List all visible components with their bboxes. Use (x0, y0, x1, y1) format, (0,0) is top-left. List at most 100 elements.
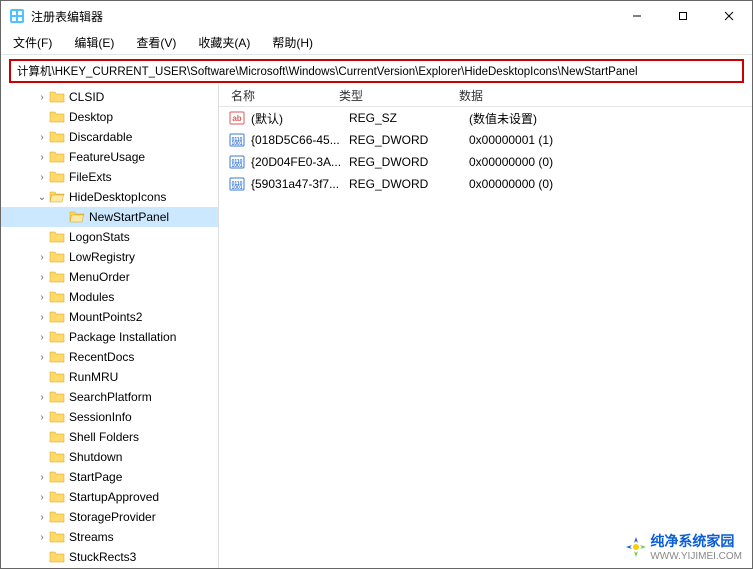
tree-item-searchplatform[interactable]: › SearchPlatform (1, 387, 218, 407)
values-list: ab(默认)REG_SZ(数值未设置)01101001{018D5C66-45.… (219, 107, 752, 195)
tree-label: SessionInfo (69, 410, 132, 424)
expander-icon[interactable]: › (35, 332, 49, 343)
close-button[interactable] (706, 1, 752, 31)
value-name: {018D5C66-45... (251, 133, 349, 147)
tree-item-lowregistry[interactable]: ›LowRegistry (1, 247, 218, 267)
svg-text:1001: 1001 (231, 185, 242, 191)
tree-label: StuckRects3 (69, 550, 136, 564)
watermark-sub: WWW.YIJIMEI.COM (650, 551, 742, 562)
tree-item-hidedesktopicons[interactable]: ⌄ HideDesktopIcons (1, 187, 218, 207)
tree-item-shell-folders[interactable]: Shell Folders (1, 427, 218, 447)
address-bar[interactable]: 计算机\HKEY_CURRENT_USER\Software\Microsoft… (9, 59, 744, 83)
value-data: 0x00000000 (0) (469, 155, 752, 169)
tree-label: Modules (69, 290, 114, 304)
menu-favorites[interactable]: 收藏夹(A) (194, 32, 254, 53)
value-name: (默认) (251, 110, 349, 127)
expander-icon[interactable]: › (35, 172, 49, 183)
menubar: 文件(F) 编辑(E) 查看(V) 收藏夹(A) 帮助(H) (1, 31, 752, 55)
tree-item-clsid[interactable]: ›CLSID (1, 87, 218, 107)
column-data[interactable]: 数据 (459, 87, 752, 104)
value-row[interactable]: 01101001{018D5C66-45...REG_DWORD0x000000… (219, 129, 752, 151)
tree-item-modules[interactable]: › Modules (1, 287, 218, 307)
tree-label: LogonStats (69, 230, 130, 244)
tree-view[interactable]: ›CLSIDDesktop › Discardable ›FeatureUsage›F… (1, 85, 219, 568)
maximize-button[interactable] (660, 1, 706, 31)
tree-label: NewStartPanel (89, 210, 169, 224)
list-view[interactable]: 名称 类型 数据 ab(默认)REG_SZ(数值未设置)01101001{018… (219, 85, 752, 568)
value-type: REG_DWORD (349, 133, 469, 147)
expander-icon[interactable]: › (35, 412, 49, 423)
tree-item-sessioninfo[interactable]: › SessionInfo (1, 407, 218, 427)
list-header: 名称 类型 数据 (219, 85, 752, 107)
expander-icon[interactable]: › (35, 92, 49, 103)
tree-item-startupapproved[interactable]: › StartupApproved (1, 487, 218, 507)
menu-file[interactable]: 文件(F) (9, 32, 56, 53)
tree-label: SearchPlatform (69, 390, 152, 404)
window-controls (614, 1, 752, 31)
tree-label: Package Installation (69, 330, 176, 344)
expander-icon[interactable]: › (35, 532, 49, 543)
tree-item-startpage[interactable]: › StartPage (1, 467, 218, 487)
tree-item-fileexts[interactable]: ›FileExts (1, 167, 218, 187)
tree-item-recentdocs[interactable]: › RecentDocs (1, 347, 218, 367)
column-type[interactable]: 类型 (339, 87, 459, 104)
menu-edit[interactable]: 编辑(E) (70, 32, 118, 53)
minimize-button[interactable] (614, 1, 660, 31)
tree-label: RecentDocs (69, 350, 134, 364)
expander-icon[interactable]: › (35, 472, 49, 483)
tree-item-shutdown[interactable]: Shutdown (1, 447, 218, 467)
expander-icon[interactable]: › (35, 292, 49, 303)
value-type: REG_DWORD (349, 177, 469, 191)
value-name: {59031a47-3f7... (251, 177, 349, 191)
tree-item-desktop[interactable]: Desktop (1, 107, 218, 127)
app-icon (9, 8, 25, 24)
value-row[interactable]: 01101001{20D04FE0-3A...REG_DWORD0x000000… (219, 151, 752, 173)
expander-icon[interactable]: ⌄ (35, 192, 49, 203)
expander-icon[interactable]: › (35, 512, 49, 523)
tree-label: Shell Folders (69, 430, 139, 444)
expander-icon[interactable]: › (35, 132, 49, 143)
expander-icon[interactable]: › (35, 272, 49, 283)
tree-item-streams[interactable]: › Streams (1, 527, 218, 547)
tree-item-runmru[interactable]: RunMRU (1, 367, 218, 387)
tree-item-storageprovider[interactable]: › StorageProvider (1, 507, 218, 527)
watermark-icon (626, 537, 646, 557)
menu-view[interactable]: 查看(V) (132, 32, 180, 53)
tree-label: Shutdown (69, 450, 122, 464)
tree-item-menuorder[interactable]: › MenuOrder (1, 267, 218, 287)
tree-item-stuckrects3[interactable]: StuckRects3 (1, 547, 218, 567)
tree-item-logonstats[interactable]: LogonStats (1, 227, 218, 247)
titlebar: 注册表编辑器 (1, 1, 752, 31)
tree-label: MenuOrder (69, 270, 130, 284)
value-data: (数值未设置) (469, 110, 752, 127)
tree-item-newstartpanel[interactable]: NewStartPanel (1, 207, 218, 227)
registry-editor-window: 注册表编辑器 文件(F) 编辑(E) 查看(V) 收藏夹(A) 帮助(H) 计算… (0, 0, 753, 569)
value-row[interactable]: ab(默认)REG_SZ(数值未设置) (219, 107, 752, 129)
expander-icon[interactable]: › (35, 492, 49, 503)
address-text: 计算机\HKEY_CURRENT_USER\Software\Microsoft… (17, 63, 638, 79)
svg-text:1001: 1001 (231, 141, 242, 147)
value-data: 0x00000000 (0) (469, 177, 752, 191)
menu-help[interactable]: 帮助(H) (268, 32, 317, 53)
value-name: {20D04FE0-3A... (251, 155, 349, 169)
expander-icon[interactable]: › (35, 152, 49, 163)
tree-label: StartupApproved (69, 490, 159, 504)
expander-icon[interactable]: › (35, 312, 49, 323)
expander-icon[interactable]: › (35, 352, 49, 363)
svg-text:1001: 1001 (231, 163, 242, 169)
tree-label: HideDesktopIcons (69, 190, 166, 204)
tree-label: StorageProvider (69, 510, 156, 524)
tree-label: Streams (69, 530, 114, 544)
tree-item-discardable[interactable]: › Discardable (1, 127, 218, 147)
tree-label: RunMRU (69, 370, 118, 384)
tree-item-package-installation[interactable]: › Package Installation (1, 327, 218, 347)
expander-icon[interactable]: › (35, 252, 49, 263)
svg-text:ab: ab (232, 114, 241, 123)
column-name[interactable]: 名称 (219, 87, 339, 104)
tree-label: Discardable (69, 130, 132, 144)
tree-label: StartPage (69, 470, 122, 484)
value-row[interactable]: 01101001{59031a47-3f7...REG_DWORD0x00000… (219, 173, 752, 195)
expander-icon[interactable]: › (35, 392, 49, 403)
tree-item-featureusage[interactable]: ›FeatureUsage (1, 147, 218, 167)
tree-item-mountpoints2[interactable]: ›MountPoints2 (1, 307, 218, 327)
